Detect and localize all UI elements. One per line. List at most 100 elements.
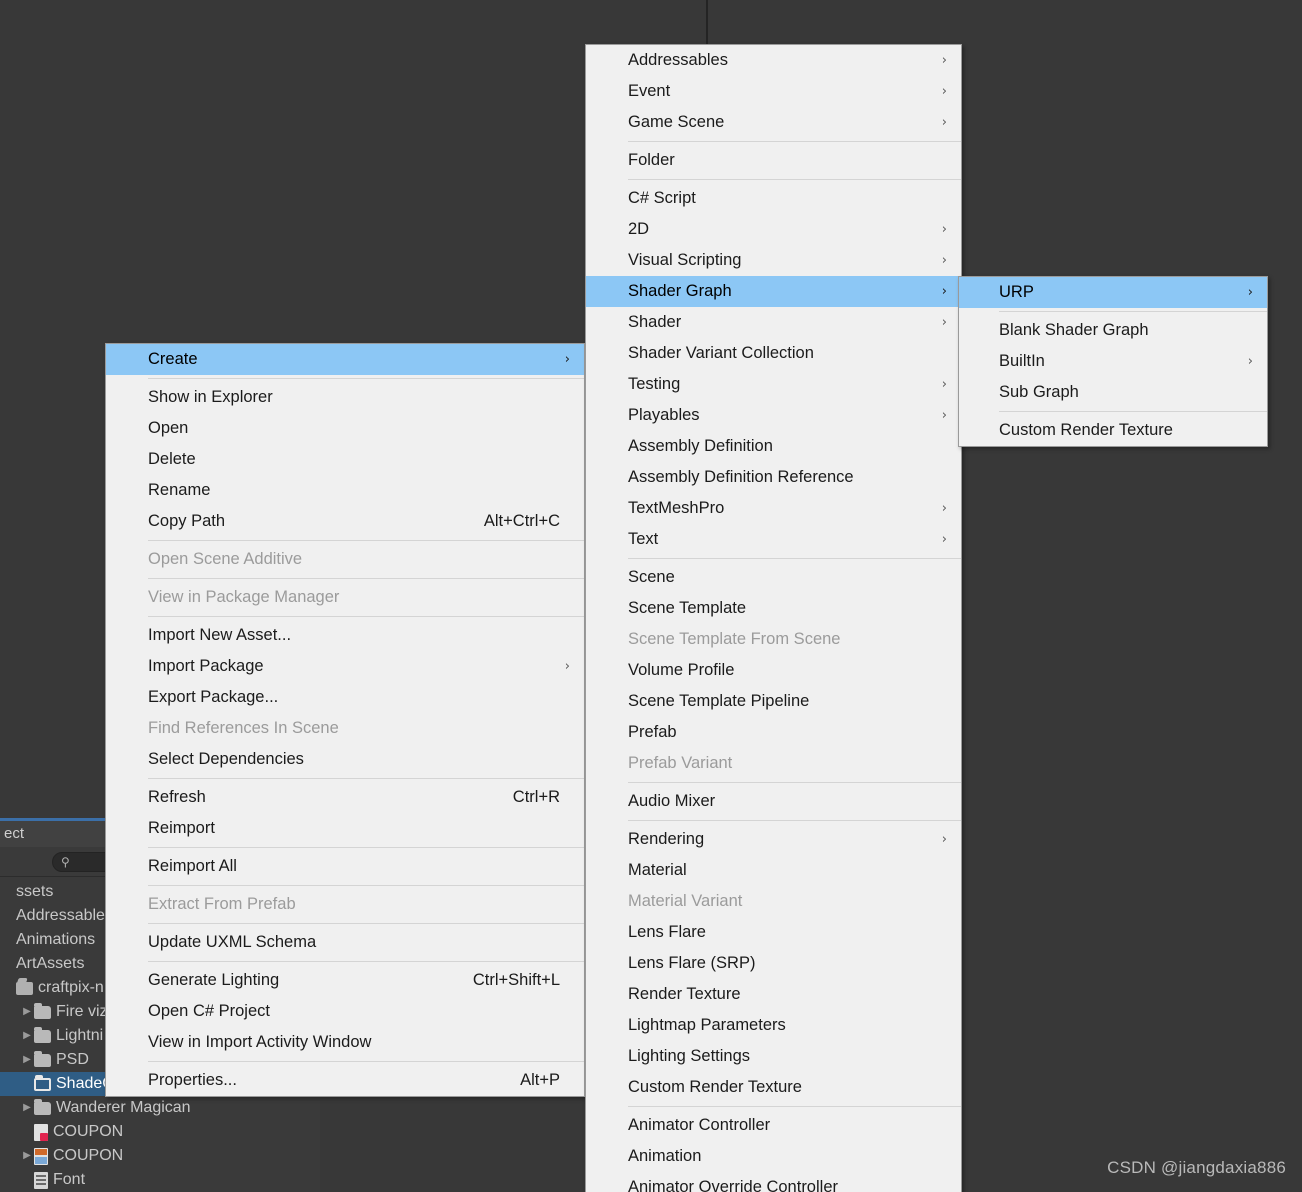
asset-context-menu[interactable]: Create › Show in Explorer Open Delete Rename C… [105,343,585,1097]
expand-triangle-icon[interactable]: ▶ [20,1096,34,1120]
menu-item-label: Reimport All [148,857,237,875]
menu-item[interactable]: 2D › [586,214,961,245]
menu-item[interactable]: Open C# Project [106,996,584,1027]
menu-item-label: Scene Template Pipeline [628,692,810,710]
menu-item[interactable]: C# Script [586,183,961,214]
menu-item[interactable]: Blank Shader Graph [959,315,1267,346]
menu-item[interactable]: Assembly Definition [586,431,961,462]
menu-item[interactable]: Select Dependencies [106,744,584,775]
menu-separator [148,578,584,579]
menu-item[interactable]: Import Package › [106,651,584,682]
menu-item[interactable]: Import New Asset... [106,620,584,651]
tree-row[interactable]: ▶ Font [0,1168,320,1192]
menu-item[interactable]: Lighting Settings [586,1041,961,1072]
menu-item-label: Import Package [148,657,264,675]
chevron-right-icon: › [941,253,947,268]
shader-graph-submenu[interactable]: URP › Blank Shader Graph BuiltIn › Sub Graph C… [958,276,1268,447]
menu-item[interactable]: Open [106,413,584,444]
menu-item-label: Folder [628,151,675,169]
doc-img-icon [34,1147,48,1165]
menu-item[interactable]: URP › [959,277,1267,308]
menu-item-label: Extract From Prefab [148,895,296,913]
expand-triangle-icon[interactable]: ▶ [20,1000,34,1024]
tree-row[interactable]: ▶ COUPON [0,1120,320,1144]
menu-item[interactable]: Scene Template [586,593,961,624]
menu-item[interactable]: Lightmap Parameters [586,1010,961,1041]
menu-item-label: BuiltIn [999,352,1045,370]
menu-item: Material Variant [586,886,961,917]
menu-item-label: Import New Asset... [148,626,292,644]
menu-separator [628,820,961,821]
menu-item-label: 2D [628,220,650,238]
folder-icon [34,1098,51,1115]
menu-item[interactable]: Event › [586,76,961,107]
menu-item[interactable]: Generate Lighting Ctrl+Shift+L [106,965,584,996]
menu-item[interactable]: TextMeshPro › [586,493,961,524]
chevron-right-icon: › [941,84,947,99]
menu-item[interactable]: Folder [586,145,961,176]
menu-item[interactable]: Visual Scripting › [586,245,961,276]
menu-item[interactable]: Lens Flare (SRP) [586,948,961,979]
menu-item[interactable]: Custom Render Texture [586,1072,961,1103]
menu-item[interactable]: Rename [106,475,584,506]
chevron-right-icon: › [1247,285,1253,300]
menu-item[interactable]: Audio Mixer [586,786,961,817]
menu-item[interactable]: Material [586,855,961,886]
tree-row[interactable]: ▶ Wanderer Magican [0,1096,320,1120]
folder-icon [34,1002,51,1019]
menu-item[interactable]: Shader › [586,307,961,338]
menu-item[interactable]: Shader Graph › [586,276,961,307]
menu-item-label: Lightmap Parameters [628,1016,786,1034]
menu-item[interactable]: Copy Path Alt+Ctrl+C [106,506,584,537]
menu-item[interactable]: Create › [106,344,584,375]
menu-item[interactable]: Prefab [586,717,961,748]
expand-triangle-icon[interactable]: ▶ [20,1048,34,1072]
menu-item-label: Delete [148,450,196,468]
menu-item[interactable]: Playables › [586,400,961,431]
menu-item[interactable]: Addressables › [586,45,961,76]
menu-item[interactable]: Reimport All [106,851,584,882]
menu-item-label: Open Scene Additive [148,550,303,568]
watermark: CSDN @jiangdaxia886 [1107,1158,1286,1177]
expand-triangle-icon[interactable]: ▶ [20,1144,34,1168]
menu-item[interactable]: Animator Override Controller [586,1172,961,1192]
menu-item-label: Find References In Scene [148,719,339,737]
chevron-right-icon: › [941,532,947,547]
menu-item[interactable]: Scene [586,562,961,593]
menu-item-label: Playables [628,406,700,424]
menu-item[interactable]: Properties... Alt+P [106,1065,584,1096]
menu-item[interactable]: BuiltIn › [959,346,1267,377]
expand-triangle-icon[interactable]: ▶ [20,1024,34,1048]
menu-item[interactable]: Delete [106,444,584,475]
menu-item-label: Text [628,530,659,548]
chevron-right-icon: › [941,284,947,299]
menu-item[interactable]: Animation [586,1141,961,1172]
menu-item[interactable]: Reimport [106,813,584,844]
menu-item[interactable]: Animator Controller [586,1110,961,1141]
tree-item-label: COUPON [53,1147,124,1164]
menu-item[interactable]: Sub Graph [959,377,1267,408]
tree-row[interactable]: ▶ COUPON [0,1144,320,1168]
menu-item[interactable]: Show in Explorer [106,382,584,413]
menu-item[interactable]: Volume Profile [586,655,961,686]
menu-separator [148,1061,584,1062]
menu-item[interactable]: Assembly Definition Reference [586,462,961,493]
menu-item[interactable]: Shader Variant Collection [586,338,961,369]
menu-separator [999,311,1267,312]
tree-indent-spacer: ▶ [2,952,16,976]
menu-item[interactable]: Rendering › [586,824,961,855]
menu-item: View in Package Manager [106,582,584,613]
menu-item[interactable]: Text › [586,524,961,555]
menu-item[interactable]: Testing › [586,369,961,400]
menu-item[interactable]: Game Scene › [586,107,961,138]
tree-item-label: craftpix-n [38,979,104,996]
menu-item[interactable]: Render Texture [586,979,961,1010]
menu-item[interactable]: Custom Render Texture [959,415,1267,446]
menu-item[interactable]: View in Import Activity Window [106,1027,584,1058]
menu-item[interactable]: Export Package... [106,682,584,713]
create-submenu[interactable]: Addressables › Event › Game Scene › Folder C# S… [585,44,962,1192]
menu-item[interactable]: Update UXML Schema [106,927,584,958]
menu-item[interactable]: Lens Flare [586,917,961,948]
menu-item[interactable]: Scene Template Pipeline [586,686,961,717]
menu-item[interactable]: Refresh Ctrl+R [106,782,584,813]
